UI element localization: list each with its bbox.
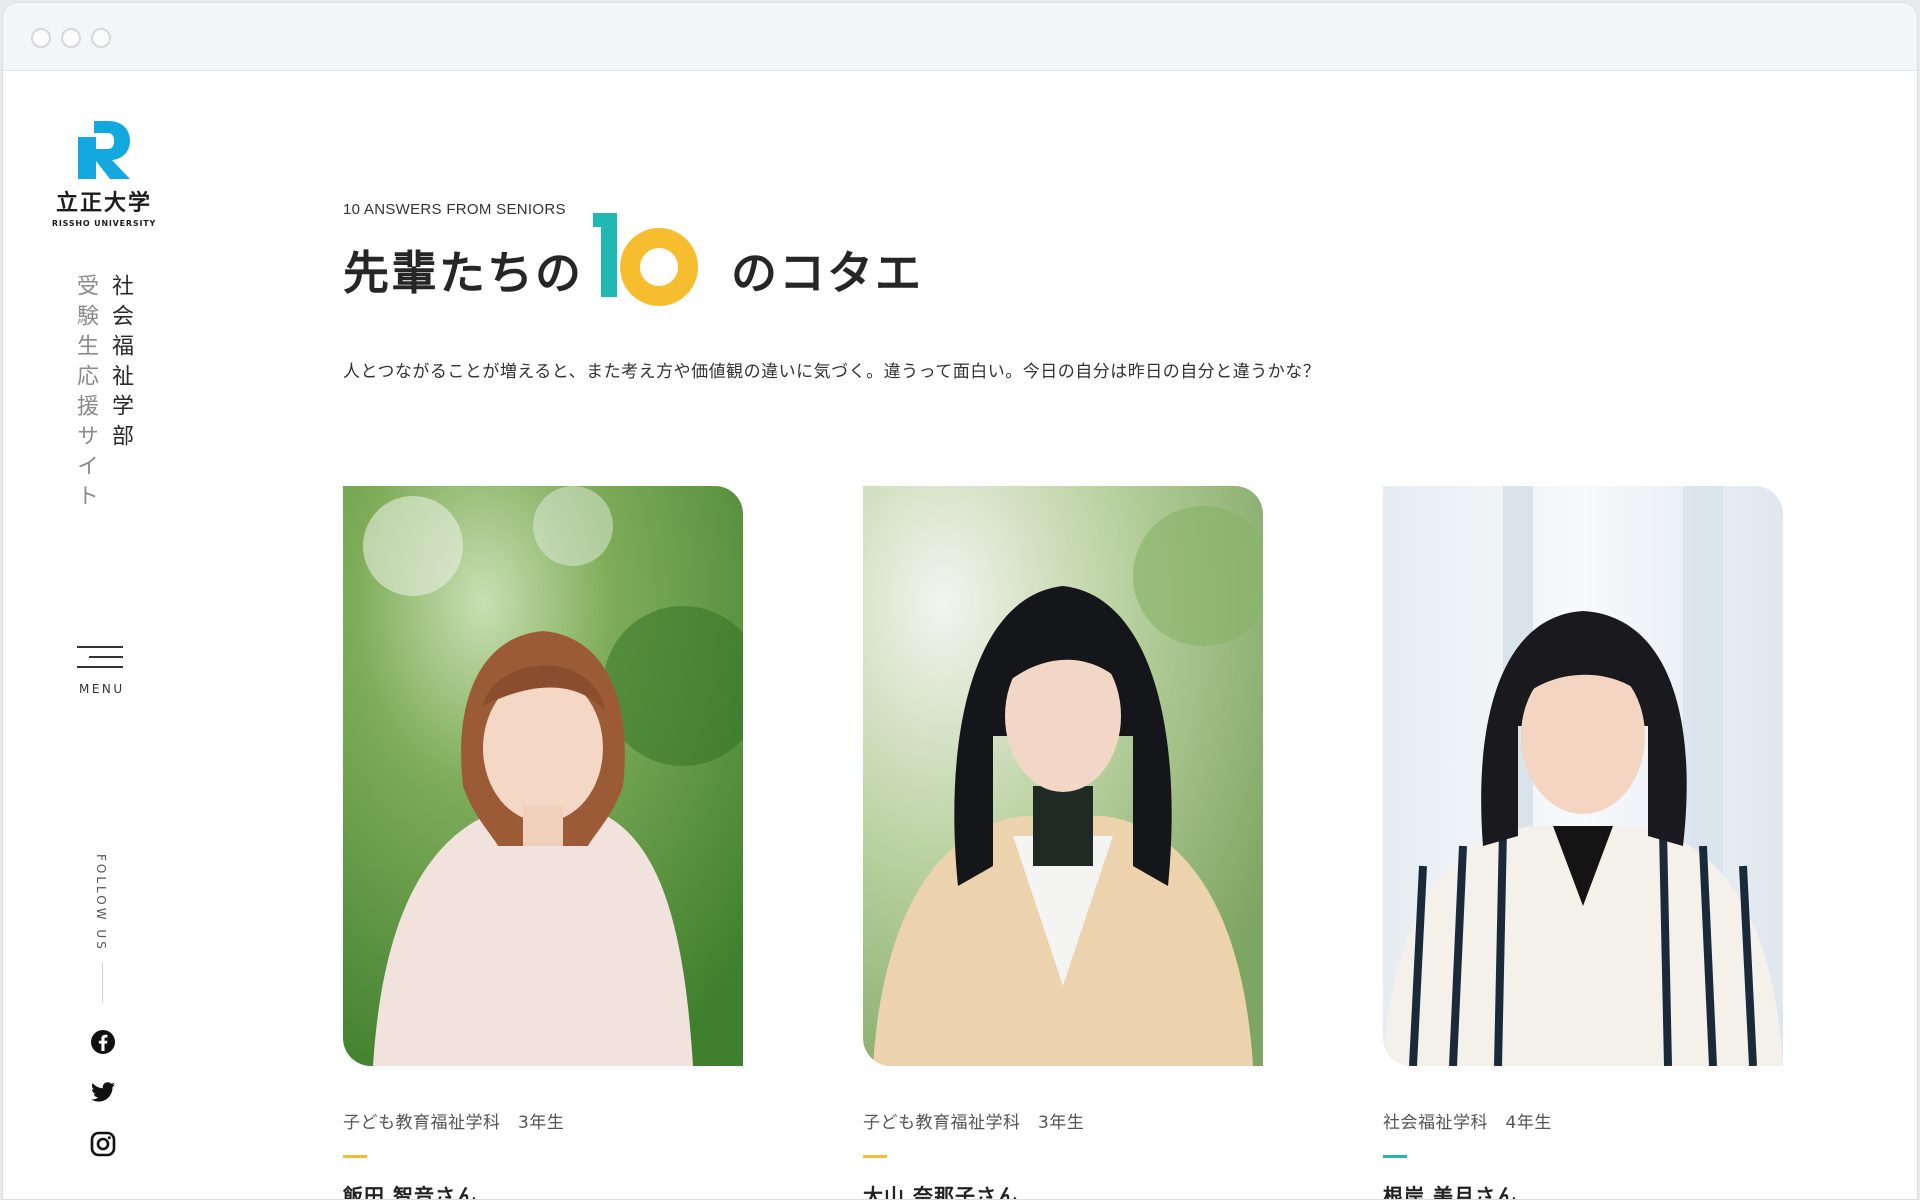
student-photo — [343, 486, 743, 1066]
student-name: 大山 奈那子さん — [863, 1184, 1018, 1200]
student-photo — [1383, 486, 1783, 1066]
department-name: 社会福祉学部 — [108, 274, 133, 454]
student-course: 子ども教育福祉学科 3年生 — [343, 1113, 565, 1133]
menu-label: MENU — [79, 682, 125, 696]
site-name: 受験生応援サイト — [73, 274, 98, 514]
logo-japanese-text: 立正大学 — [55, 191, 152, 216]
accent-line — [343, 1155, 367, 1158]
browser-window: 立正大学 RISSHO UNIVERSITY 社会福祉学部 受験生応援サイト M… — [2, 2, 1918, 1200]
rissho-logo-mark-icon — [78, 121, 130, 179]
instagram-icon[interactable] — [89, 1130, 117, 1158]
facebook-icon[interactable] — [89, 1028, 117, 1056]
student-course: 社会福祉学科 4年生 — [1383, 1113, 1552, 1133]
menu-button[interactable]: MENU — [77, 646, 129, 696]
twitter-icon[interactable] — [89, 1078, 117, 1106]
title-suffix: のコタエ — [731, 246, 923, 300]
number-ten-graphic — [593, 213, 698, 306]
lead-text: 人とつながることが増えると、また考え方や価値観の違いに気づく。違うって面白い。今… — [343, 362, 1321, 382]
accent-line — [863, 1155, 887, 1158]
hamburger-icon-bar — [89, 656, 123, 658]
title-prefix: 先輩たちの — [343, 246, 583, 300]
logo-english-text: RISSHO UNIVERSITY — [51, 219, 157, 228]
student-photo — [863, 486, 1263, 1066]
sidebar: 立正大学 RISSHO UNIVERSITY 社会福祉学部 受験生応援サイト M… — [3, 71, 203, 1199]
student-card[interactable]: 社会福祉学科 4年生 根岸 美月さん — [1383, 486, 1783, 1200]
follow-us-label: FOLLOW US — [94, 854, 108, 952]
browser-chrome — [3, 3, 1917, 71]
hamburger-icon — [77, 646, 123, 648]
student-card[interactable]: 子ども教育福祉学科 3年生 大山 奈那子さん — [863, 486, 1263, 1200]
hamburger-icon-bar — [77, 666, 123, 668]
student-card[interactable]: 子ども教育福祉学科 3年生 飯田 智音さん — [343, 486, 743, 1200]
accent-line — [1383, 1155, 1407, 1158]
student-name: 根岸 美月さん — [1383, 1184, 1517, 1200]
student-course: 子ども教育福祉学科 3年生 — [863, 1113, 1085, 1133]
window-minimize-dot[interactable] — [61, 28, 81, 48]
window-close-dot[interactable] — [31, 28, 51, 48]
follow-divider — [102, 963, 103, 1003]
student-name: 飯田 智音さん — [343, 1184, 477, 1200]
page-title: 先輩たちの のコタエ — [341, 209, 1341, 319]
university-logo[interactable]: 立正大学 RISSHO UNIVERSITY — [51, 119, 157, 228]
window-maximize-dot[interactable] — [91, 28, 111, 48]
